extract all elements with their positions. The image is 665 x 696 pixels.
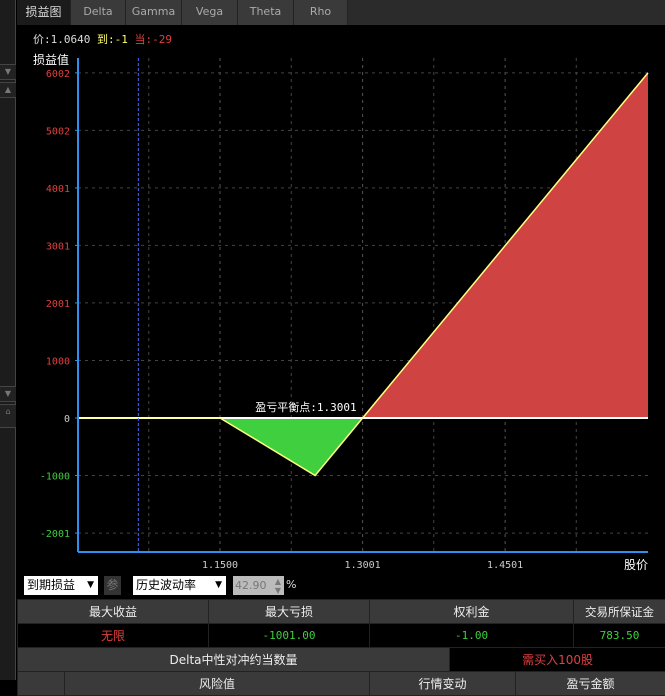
stepper-icon[interactable]: ▲ ▼ (275, 577, 281, 595)
premium-value: -1.00 (369, 623, 575, 648)
y-tick-label: 4001 (46, 184, 70, 195)
controls-row: 到期损益 ▼ 参 历史波动率 ▼ 42.90 ▲ ▼ % (17, 572, 665, 598)
mode-value: 到期损益 (27, 578, 76, 592)
delta-hedge-value: 需买入100股 (449, 647, 665, 672)
margin-value: 783.50 (573, 623, 665, 648)
percent-unit: % (286, 578, 297, 591)
volatility-type-select[interactable]: 历史波动率 ▼ (133, 576, 226, 595)
y-tick-label: -2001 (40, 529, 70, 540)
max-profit-value: 无限 (16, 623, 210, 648)
risk-header-blank (17, 671, 65, 696)
premium-header: 权利金 (369, 599, 575, 624)
x-tick-label: 1.1500 (202, 560, 238, 571)
market-change-header: 行情变动 (369, 671, 517, 696)
margin-header: 交易所保证金 (573, 599, 665, 624)
mode-select[interactable]: 到期损益 ▼ (24, 576, 98, 595)
y-tick-label: 0 (64, 414, 70, 425)
chevron-down-icon: ▼ (215, 580, 222, 590)
y-axis-label: 损益值 (33, 52, 69, 67)
pnl-amount-header: 盈亏金额 (515, 671, 665, 696)
max-loss-header: 最大亏损 (208, 599, 371, 624)
volatility-input[interactable]: 42.90 ▲ ▼ (233, 576, 284, 595)
param-button[interactable]: 参 (104, 576, 121, 595)
x-axis-label: 股价 (624, 558, 648, 572)
max-loss-value: -1001.00 (208, 623, 371, 648)
max-profit-header: 最大收益 (16, 599, 210, 624)
vol-type-value: 历史波动率 (136, 578, 197, 592)
risk-value-header: 风险值 (63, 671, 371, 696)
y-tick-label: 1000 (46, 356, 70, 367)
delta-hedge-label: Delta中性对冲约当数量 (16, 647, 450, 672)
chevron-down-icon: ▼ (87, 580, 94, 590)
breakeven-annotation: 盈亏平衡点:1.3001 (255, 401, 356, 414)
payoff-chart: 6002 5002 4001 3001 2001 1000 0 -1000 -2001 1.150… (33, 52, 649, 572)
y-tick-label: 3001 (46, 241, 70, 252)
summary-table: 最大收益 最大亏损 权利金 交易所保证金 无限 -1001.00 -1.00 7… (16, 599, 665, 696)
y-tick-label: 5002 (46, 126, 70, 137)
x-tick-label: 1.3001 (345, 560, 381, 571)
y-tick-label: 2001 (46, 299, 70, 310)
y-tick-label: 6002 (46, 69, 70, 80)
x-tick-label: 1.4501 (487, 560, 523, 571)
y-tick-label: -1000 (40, 472, 70, 483)
vol-value: 42.90 (235, 579, 267, 592)
